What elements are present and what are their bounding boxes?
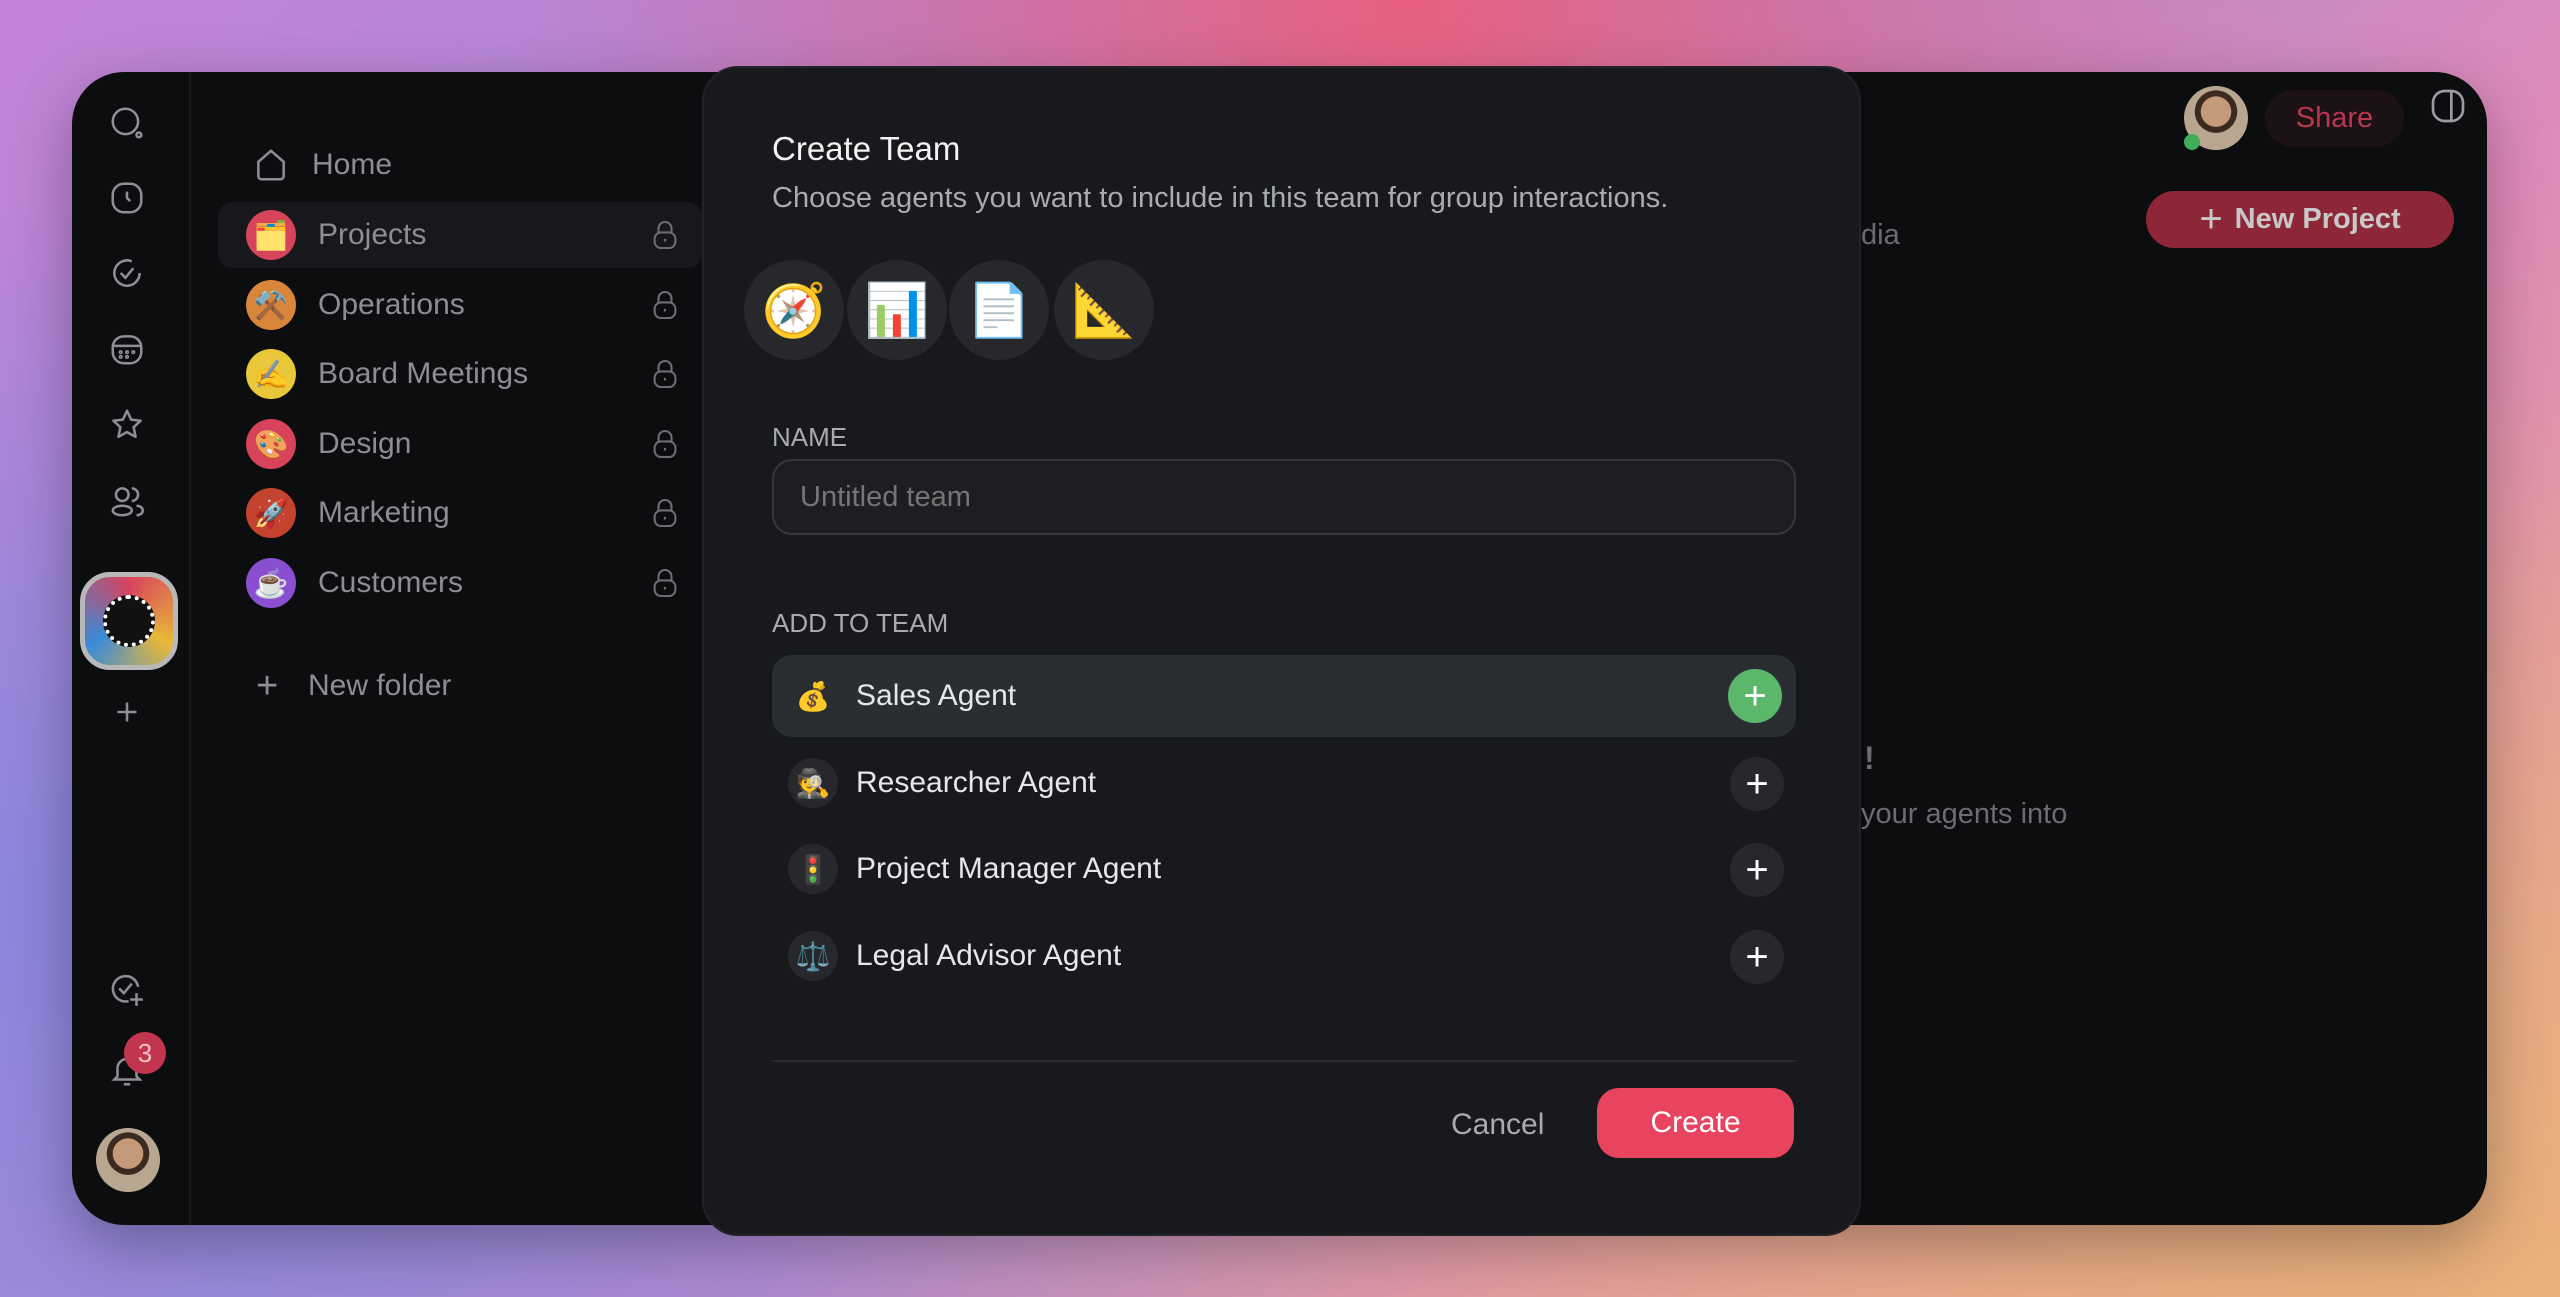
folder-emoji-icon: ⚒️: [246, 280, 296, 330]
lock-icon: [653, 359, 677, 389]
new-project-button[interactable]: + New Project: [2146, 191, 2454, 248]
sidebar-item-operations[interactable]: ⚒️ Operations: [218, 272, 702, 338]
sidebar-item-customers[interactable]: ☕ Customers: [218, 550, 702, 616]
add-agent-plus-icon[interactable]: +: [1728, 669, 1782, 723]
users-icon[interactable]: [108, 482, 146, 520]
agent-row[interactable]: ⚖️ Legal Advisor Agent +: [772, 915, 1796, 997]
sheep-logo-icon: [103, 595, 155, 647]
folder-emoji-icon: 🎨: [246, 419, 296, 469]
sidebar-item-label: Design: [318, 427, 412, 460]
plus-icon: +: [2199, 197, 2223, 241]
background-description: your agents into: [1861, 798, 2068, 830]
folder-emoji-icon: 🗂️: [246, 210, 296, 260]
add-agent-plus-icon[interactable]: +: [1730, 930, 1784, 984]
add-workspace-icon[interactable]: [108, 693, 146, 731]
agent-emoji-icon: 💰: [795, 680, 831, 712]
agent-emoji-icon: ⚖️: [788, 931, 838, 981]
search-icon[interactable]: [108, 104, 146, 142]
add-agent-plus-icon[interactable]: +: [1730, 757, 1784, 811]
team-icon-option[interactable]: 🧭: [744, 260, 844, 360]
folder-emoji-icon: ✍️: [246, 349, 296, 399]
star-icon[interactable]: [108, 406, 146, 444]
panel-toggle-icon[interactable]: [2428, 86, 2468, 126]
add-agent-plus-icon[interactable]: +: [1730, 843, 1784, 897]
plus-icon: +: [256, 664, 279, 707]
lock-icon: [653, 290, 677, 320]
team-name-input[interactable]: [772, 459, 1796, 535]
clock-icon[interactable]: [108, 179, 146, 217]
background-text: dia: [1861, 219, 1900, 251]
new-project-label: New Project: [2234, 203, 2401, 235]
sidebar-item-label: Operations: [318, 288, 465, 321]
cancel-button[interactable]: Cancel: [1451, 1108, 1544, 1142]
create-team-dialog: Create Team Choose agents you want to in…: [702, 66, 1861, 1236]
agent-row[interactable]: 🕵️ Researcher Agent +: [772, 742, 1796, 824]
agent-name: Project Manager Agent: [856, 852, 1162, 885]
team-icon-option[interactable]: 📊: [847, 260, 947, 360]
new-folder-button[interactable]: + New folder: [218, 653, 702, 719]
team-icon-option[interactable]: 📄: [949, 260, 1049, 360]
background-heading: !: [1864, 740, 1875, 776]
sidebar-item-label: Customers: [318, 566, 464, 599]
add-task-icon[interactable]: [108, 971, 146, 1009]
online-status-dot: [2184, 134, 2200, 150]
icon-rail: 3: [72, 72, 191, 1225]
add-to-team-label: ADD TO TEAM: [772, 608, 949, 638]
lock-icon: [653, 220, 677, 250]
team-icon-option[interactable]: 📐: [1054, 260, 1154, 360]
dialog-title: Create Team: [772, 130, 961, 167]
lock-icon: [653, 568, 677, 598]
workspace-logo[interactable]: [80, 572, 178, 670]
sidebar-item-label: Projects: [318, 218, 427, 251]
sidebar-item-marketing[interactable]: 🚀 Marketing: [218, 480, 702, 546]
sidebar-item-label: Marketing: [318, 496, 450, 529]
create-button[interactable]: Create: [1597, 1088, 1794, 1158]
agent-name: Legal Advisor Agent: [856, 939, 1122, 972]
sidebar-item-label: Board Meetings: [318, 357, 529, 390]
user-avatar[interactable]: [96, 1128, 160, 1192]
home-icon: [257, 149, 285, 181]
agent-name: Sales Agent: [856, 679, 1017, 712]
sidebar-item-design[interactable]: 🎨 Design: [218, 411, 702, 477]
divider: [772, 1060, 1796, 1062]
lock-icon: [653, 429, 677, 459]
agent-row[interactable]: 💰 Sales Agent +: [772, 655, 1796, 737]
new-folder-label: New folder: [308, 669, 452, 702]
agent-emoji-icon: 🚦: [788, 844, 838, 894]
agent-row[interactable]: 🚦 Project Manager Agent +: [772, 828, 1796, 910]
sidebar-item-projects[interactable]: 🗂️ Projects: [218, 202, 702, 268]
agent-emoji-icon: 🕵️: [788, 758, 838, 808]
folder-emoji-icon: ☕: [246, 558, 296, 608]
sidebar-item-board-meetings[interactable]: ✍️ Board Meetings: [218, 341, 702, 407]
sidebar-item-home[interactable]: Home: [218, 132, 702, 198]
agent-name: Researcher Agent: [856, 766, 1097, 799]
calendar-icon[interactable]: [108, 330, 146, 368]
dialog-subtitle: Choose agents you want to include in thi…: [772, 182, 1669, 214]
lock-icon: [653, 498, 677, 528]
notification-badge: 3: [124, 1032, 166, 1074]
sidebar-item-label: Home: [312, 148, 393, 181]
folder-emoji-icon: 🚀: [246, 488, 296, 538]
name-label: NAME: [772, 422, 848, 452]
share-button[interactable]: Share: [2265, 90, 2404, 147]
tasks-check-icon[interactable]: [108, 254, 146, 292]
